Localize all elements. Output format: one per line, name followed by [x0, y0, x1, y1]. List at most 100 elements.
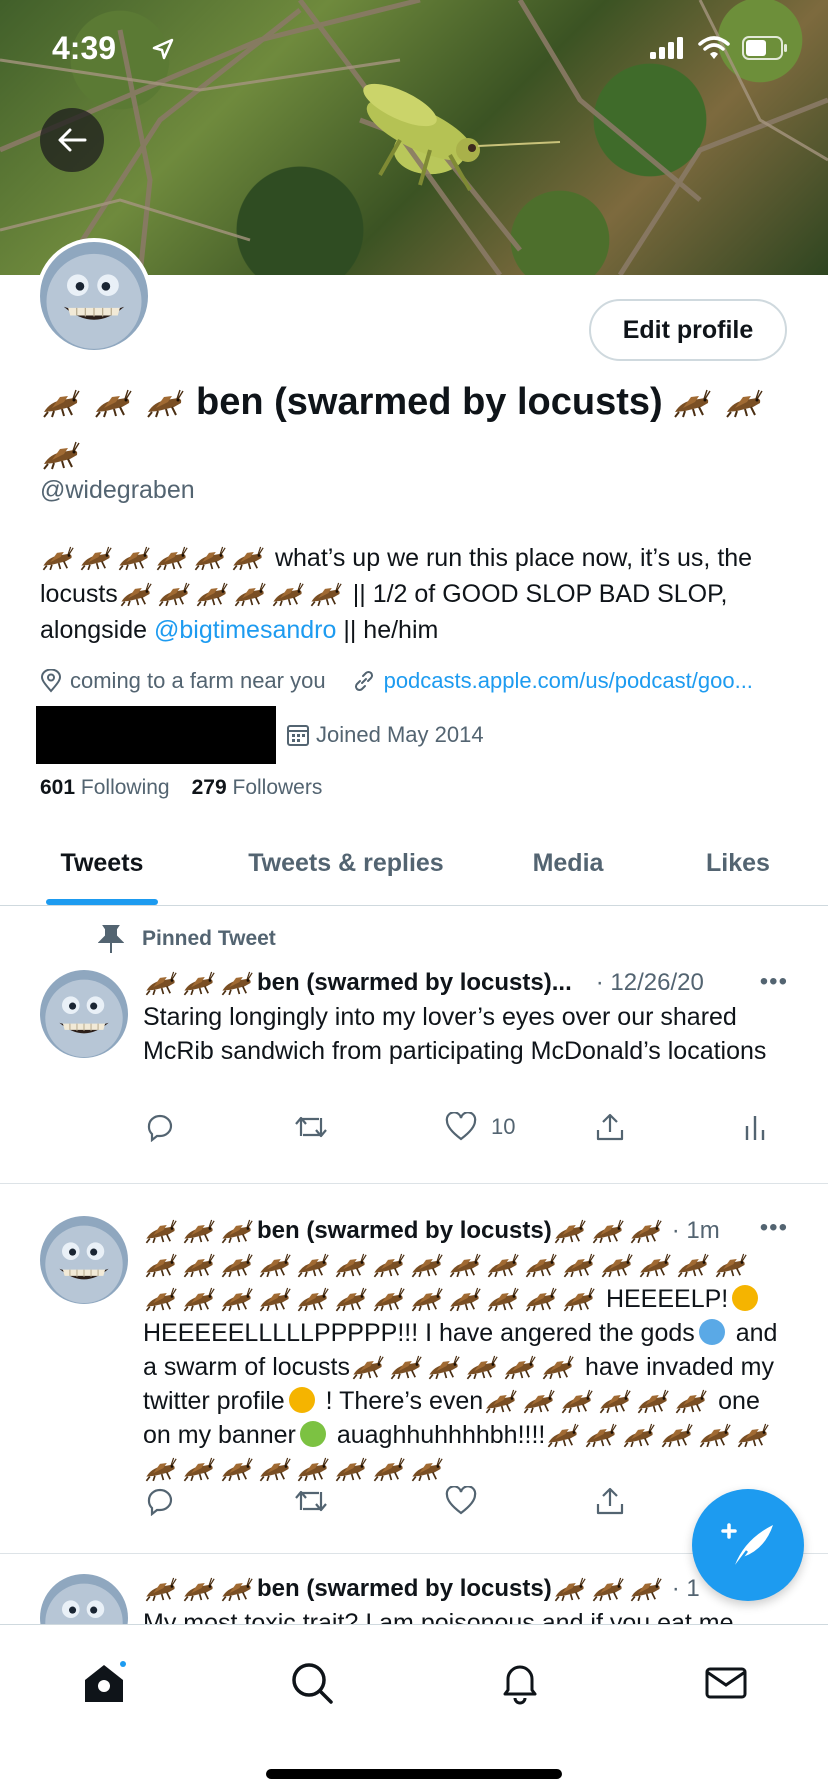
- locust-icon: [230, 545, 264, 571]
- tab-tweets[interactable]: Tweets: [0, 822, 204, 905]
- profile-avatar[interactable]: [36, 238, 152, 354]
- locust-icon: [485, 1286, 519, 1312]
- analytics-button[interactable]: [743, 1112, 767, 1142]
- locust-icon: [40, 388, 80, 418]
- tweet-avatar[interactable]: [40, 970, 128, 1058]
- locust-icon: [333, 1252, 367, 1278]
- locust-icon: [257, 1456, 291, 1482]
- tab-media[interactable]: Media: [488, 822, 648, 905]
- locust-icon: [295, 1252, 329, 1278]
- share-button[interactable]: [595, 1112, 625, 1142]
- profile-joined: Joined May 2014: [286, 722, 484, 748]
- locust-icon: [295, 1456, 329, 1482]
- calendar-icon: [287, 725, 309, 746]
- locust-icon: [447, 1286, 481, 1312]
- tweet-date: · 12/26/20: [595, 969, 704, 996]
- locust-icon: [521, 1388, 555, 1414]
- link-icon: [354, 670, 373, 692]
- location-arrow-icon: [152, 38, 174, 60]
- nav-notifications[interactable]: [490, 1653, 550, 1713]
- retweet-button[interactable]: [293, 1112, 329, 1142]
- bell-icon: [503, 1665, 537, 1705]
- edit-profile-button[interactable]: Edit profile: [589, 299, 787, 361]
- locust-icon: [143, 970, 177, 996]
- locust-icon: [270, 581, 304, 607]
- tweet-item[interactable]: ben (swarmed by locusts)... · 12/26/20 S…: [0, 906, 828, 1184]
- tweet-actions: 10: [143, 1112, 783, 1152]
- locust-icon: [219, 1286, 253, 1312]
- locust-icon: [447, 1252, 481, 1278]
- locust-icon: [599, 1252, 633, 1278]
- tweet-text: My most toxic trait? I am poisonous and …: [143, 1609, 734, 1624]
- search-icon: [292, 1663, 333, 1704]
- tweet-more-button[interactable]: •••: [760, 1214, 788, 1242]
- tweet-item[interactable]: ben (swarmed by locusts) · 1m HEEEELP! H…: [0, 1184, 828, 1554]
- redacted-block: [36, 706, 276, 764]
- locust-icon: [143, 1456, 177, 1482]
- tab-tweets-replies[interactable]: Tweets & replies: [204, 822, 488, 905]
- locust-icon: [181, 970, 215, 996]
- locust-icon: [561, 1252, 595, 1278]
- followers-link[interactable]: 279 Followers: [192, 776, 323, 800]
- location-text: coming to a farm near you: [70, 668, 326, 693]
- status-icons: [650, 36, 788, 60]
- tweet-time: · 1m: [671, 1217, 720, 1244]
- tab-likes[interactable]: Likes: [648, 822, 828, 905]
- profile-website[interactable]: podcasts.apple.com/us/podcast/goo...: [352, 668, 753, 694]
- locust-icon: [590, 1218, 624, 1244]
- follow-stats: 601 Following 279 Followers: [40, 776, 322, 800]
- tweet-body: ben (swarmed by locusts) · 1 My most tox…: [143, 1572, 783, 1624]
- tweet-text-a: HEEEELP!: [605, 1285, 729, 1313]
- following-label: Following: [80, 776, 170, 799]
- locust-icon: [371, 1286, 405, 1312]
- locust-icon: [426, 1354, 460, 1380]
- locust-icon: [628, 1218, 662, 1244]
- locust-icon: [621, 1422, 655, 1448]
- following-link[interactable]: 601 Following: [40, 776, 170, 800]
- tweet-author-name[interactable]: ben (swarmed by locusts)...: [257, 966, 572, 1000]
- profile-handle: @widegraben: [40, 476, 195, 504]
- tweet-author-name[interactable]: ben (swarmed by locusts): [257, 1572, 552, 1606]
- tweet-more-button[interactable]: •••: [760, 968, 788, 996]
- crying-face-emoji: [288, 1387, 315, 1413]
- like-button[interactable]: 10: [445, 1112, 515, 1142]
- locust-icon: [40, 440, 80, 470]
- locust-icon: [590, 1576, 624, 1602]
- bio-mention-link[interactable]: @bigtimesandro: [154, 616, 336, 644]
- locust-icon: [350, 1354, 384, 1380]
- status-bar: 4:39: [0, 0, 828, 100]
- nav-home[interactable]: [74, 1653, 134, 1713]
- locust-icon: [181, 1218, 215, 1244]
- tweet-avatar[interactable]: [40, 1574, 128, 1624]
- locust-icon: [154, 545, 188, 571]
- website-link[interactable]: podcasts.apple.com/us/podcast/goo...: [384, 668, 753, 694]
- nauseated-face-emoji: [299, 1421, 326, 1447]
- retweet-button[interactable]: [293, 1486, 329, 1516]
- locust-icon: [523, 1286, 557, 1312]
- locust-icon: [628, 1576, 662, 1602]
- tweet-avatar[interactable]: [40, 1216, 128, 1304]
- cellular-signal-icon: [650, 37, 683, 59]
- tweet-header: ben (swarmed by locusts) · 1m: [143, 1214, 783, 1248]
- reply-button[interactable]: [145, 1112, 175, 1142]
- locust-icon: [371, 1456, 405, 1482]
- locust-icon: [308, 581, 342, 607]
- share-button[interactable]: [595, 1486, 625, 1516]
- nav-search[interactable]: [282, 1653, 342, 1713]
- locust-icon: [219, 970, 253, 996]
- locust-icon: [143, 1576, 177, 1602]
- analytics-icon: [745, 1116, 765, 1140]
- locust-icon: [485, 1252, 519, 1278]
- status-time: 4:39: [52, 30, 117, 66]
- locust-icon: [257, 1252, 291, 1278]
- back-button[interactable]: [40, 108, 104, 172]
- tweet-header: ben (swarmed by locusts) · 1: [143, 1572, 783, 1606]
- like-button[interactable]: [445, 1486, 477, 1516]
- locust-icon: [552, 1576, 586, 1602]
- tab-label: Media: [532, 849, 604, 877]
- locust-icon: [143, 1218, 177, 1244]
- tweet-author-name[interactable]: ben (swarmed by locusts): [257, 1214, 552, 1248]
- nav-messages[interactable]: [696, 1653, 756, 1713]
- reply-button[interactable]: [145, 1486, 175, 1516]
- compose-tweet-button[interactable]: [692, 1489, 804, 1601]
